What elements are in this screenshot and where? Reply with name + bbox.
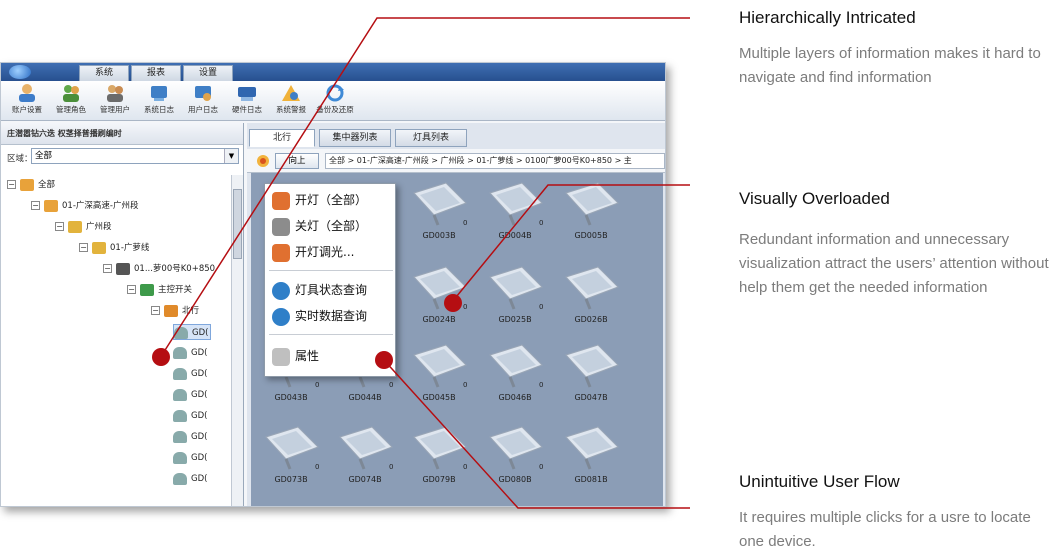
annotation-marker-hierarchy [152, 348, 170, 366]
annotation-body-flow: It requires multiple clicks for a usre t… [739, 509, 1031, 550]
annotation-heading-hierarchy: Hierarchically Intricated [739, 8, 916, 27]
annotation-heading-overload: Visually Overloaded [739, 189, 890, 208]
annotation-body-overload: Redundant information and unnecessary vi… [739, 231, 1049, 296]
annotation-marker-overload [444, 294, 462, 312]
leader-line-flow [382, 358, 690, 509]
leader-line-hierarchy [159, 17, 690, 359]
annotation-marker-flow [375, 351, 393, 369]
leader-line-overload [451, 184, 690, 303]
annotation-heading-flow: Unintuitive User Flow [739, 472, 900, 491]
annotation-body-hierarchy: Multiple layers of information makes it … [739, 45, 1041, 86]
